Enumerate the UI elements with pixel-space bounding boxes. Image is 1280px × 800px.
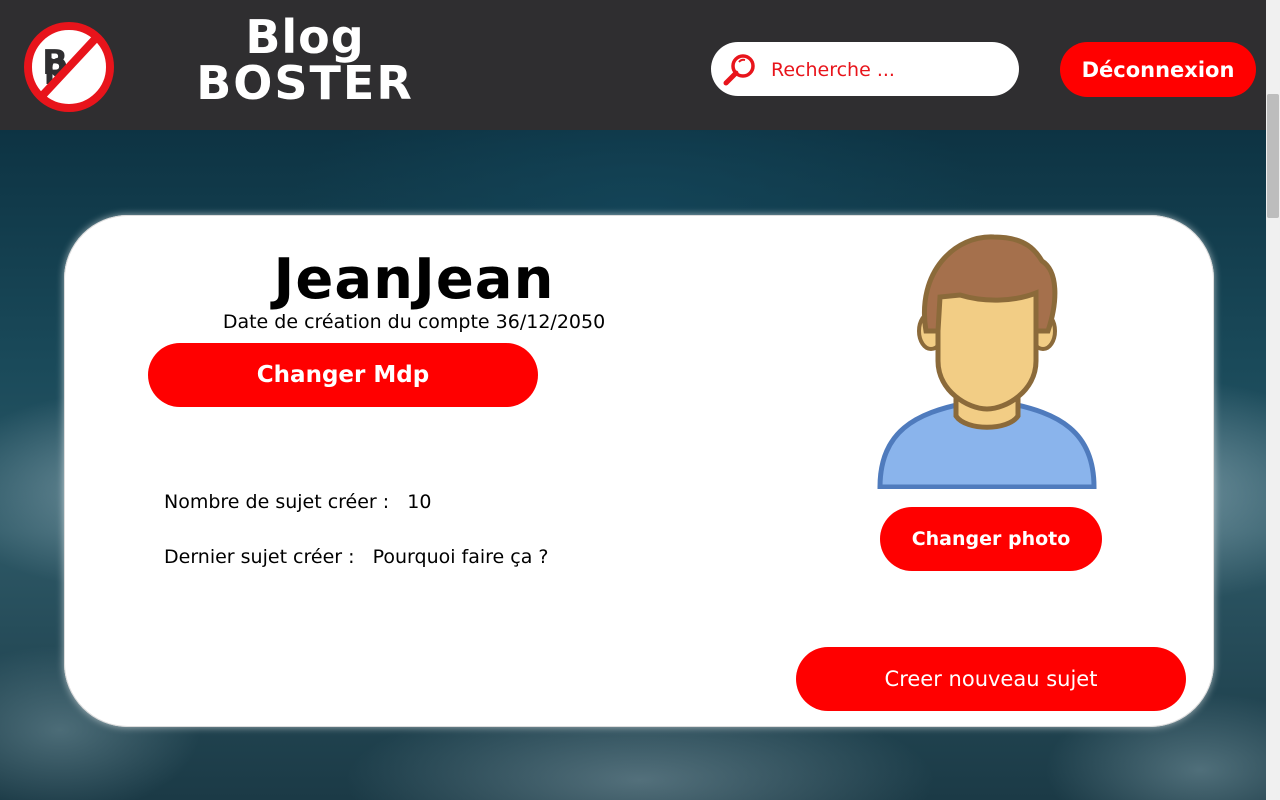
last-topic-label: Dernier sujet créer :	[164, 546, 355, 568]
topics-count-label: Nombre de sujet créer :	[164, 491, 390, 513]
top-header: B d Blog BOSTER Déconnexion	[0, 0, 1266, 130]
brand-line-2: BOSTER	[196, 56, 414, 110]
change-password-button[interactable]: Changer Mdp	[148, 343, 538, 407]
account-created-text: Date de création du compte 36/12/2050	[174, 311, 654, 333]
logout-button[interactable]: Déconnexion	[1060, 42, 1256, 97]
username-heading: JeanJean	[273, 247, 555, 312]
account-created-date: 36/12/2050	[495, 311, 606, 333]
no-bd-logo-icon[interactable]: B d	[24, 22, 114, 112]
topics-count-row: Nombre de sujet créer : 10	[164, 491, 431, 513]
brand-line-1: Blog	[245, 10, 365, 64]
create-topic-button[interactable]: Creer nouveau sujet	[796, 647, 1186, 711]
profile-card: JeanJean Date de création du compte 36/1…	[64, 215, 1214, 727]
user-avatar-icon	[877, 234, 1097, 489]
scrollbar-thumb[interactable]	[1267, 94, 1279, 218]
last-topic-value: Pourquoi faire ça ?	[372, 546, 549, 568]
magnifier-icon[interactable]	[723, 53, 757, 87]
topics-count-value: 10	[407, 491, 432, 513]
change-photo-button[interactable]: Changer photo	[880, 507, 1102, 571]
last-topic-row: Dernier sujet créer : Pourquoi faire ça …	[164, 546, 549, 568]
search-box[interactable]	[711, 42, 1019, 96]
search-input[interactable]	[769, 52, 1003, 88]
brand-title: Blog BOSTER	[170, 14, 440, 106]
scrollbar[interactable]	[1266, 0, 1280, 800]
account-created-label: Date de création du compte	[222, 311, 490, 333]
